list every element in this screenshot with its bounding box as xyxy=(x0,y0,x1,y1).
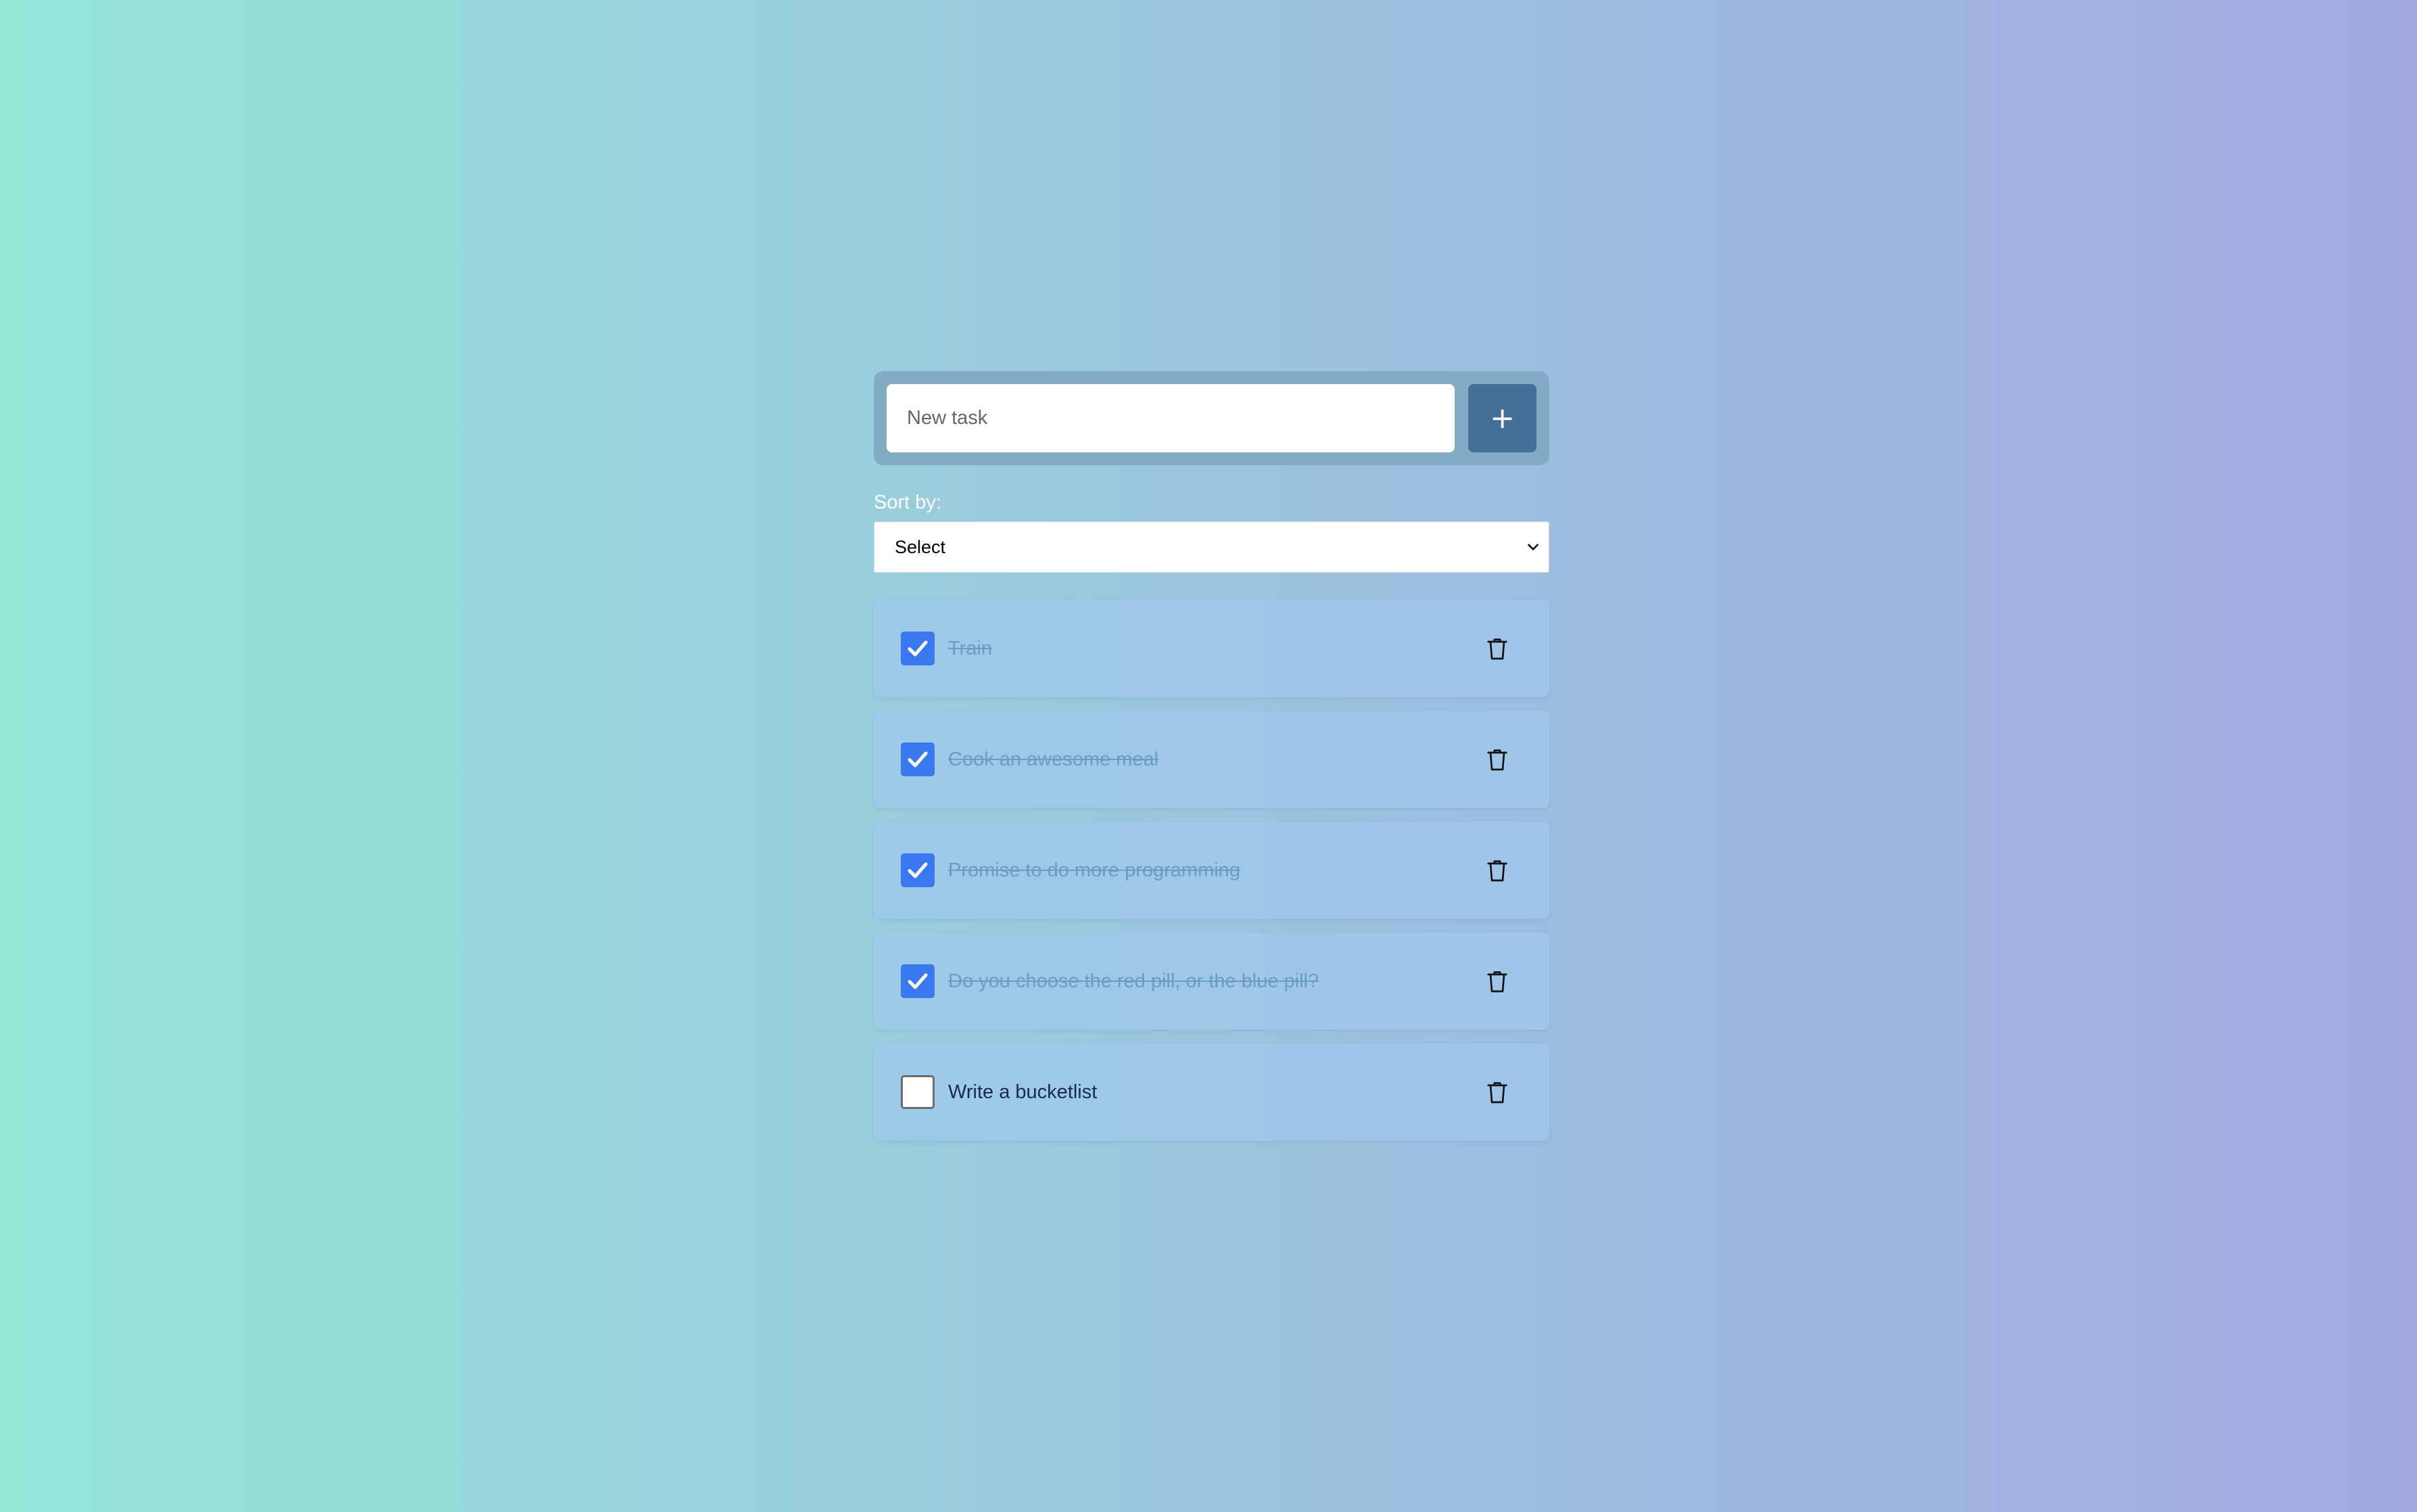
delete-task-button[interactable] xyxy=(1477,850,1518,891)
task-item: Do you choose the red pill, or the blue … xyxy=(874,932,1549,1030)
sort-select-value: Select xyxy=(895,536,946,557)
sort-select[interactable]: Select xyxy=(874,521,1549,573)
task-checkbox[interactable] xyxy=(901,964,935,998)
sort-label: Sort by: xyxy=(874,492,941,513)
task-checkbox[interactable] xyxy=(901,1075,935,1109)
todo-app: + Sort by: Select Train xyxy=(874,371,1549,1141)
task-checkbox[interactable] xyxy=(901,853,935,887)
trash-icon xyxy=(1487,1082,1507,1104)
trash-icon xyxy=(1487,638,1507,660)
chevron-down-icon xyxy=(1528,544,1539,550)
task-text: Do you choose the red pill, or the blue … xyxy=(948,970,1319,992)
plus-icon: + xyxy=(1490,401,1515,435)
checkmark-icon xyxy=(908,973,928,989)
delete-task-button[interactable] xyxy=(1477,1072,1518,1112)
delete-task-button[interactable] xyxy=(1477,628,1518,669)
checkmark-icon xyxy=(908,751,928,767)
task-text: Train xyxy=(948,638,992,659)
trash-icon xyxy=(1487,971,1507,993)
task-text: Promise to do more programming xyxy=(948,859,1240,881)
task-item: Promise to do more programming xyxy=(874,822,1549,919)
delete-task-button[interactable] xyxy=(1477,739,1518,780)
checkmark-icon xyxy=(908,862,928,878)
trash-icon xyxy=(1487,749,1507,771)
task-text: Write a bucketlist xyxy=(948,1081,1098,1103)
task-item: Cook an awesome meal xyxy=(874,711,1549,808)
delete-task-button[interactable] xyxy=(1477,961,1518,1001)
task-item: Train xyxy=(874,600,1549,697)
trash-icon xyxy=(1487,860,1507,882)
new-task-input[interactable] xyxy=(887,384,1455,452)
task-text: Cook an awesome meal xyxy=(948,749,1159,770)
checkmark-icon xyxy=(908,640,928,657)
task-checkbox[interactable] xyxy=(901,632,935,665)
task-checkbox[interactable] xyxy=(901,742,935,776)
task-item: Write a bucketlist xyxy=(874,1043,1549,1141)
task-list: Train Cook an awesome meal Promise to do… xyxy=(874,600,1549,1141)
add-task-bar: + xyxy=(874,371,1549,465)
add-task-button[interactable]: + xyxy=(1468,384,1536,452)
